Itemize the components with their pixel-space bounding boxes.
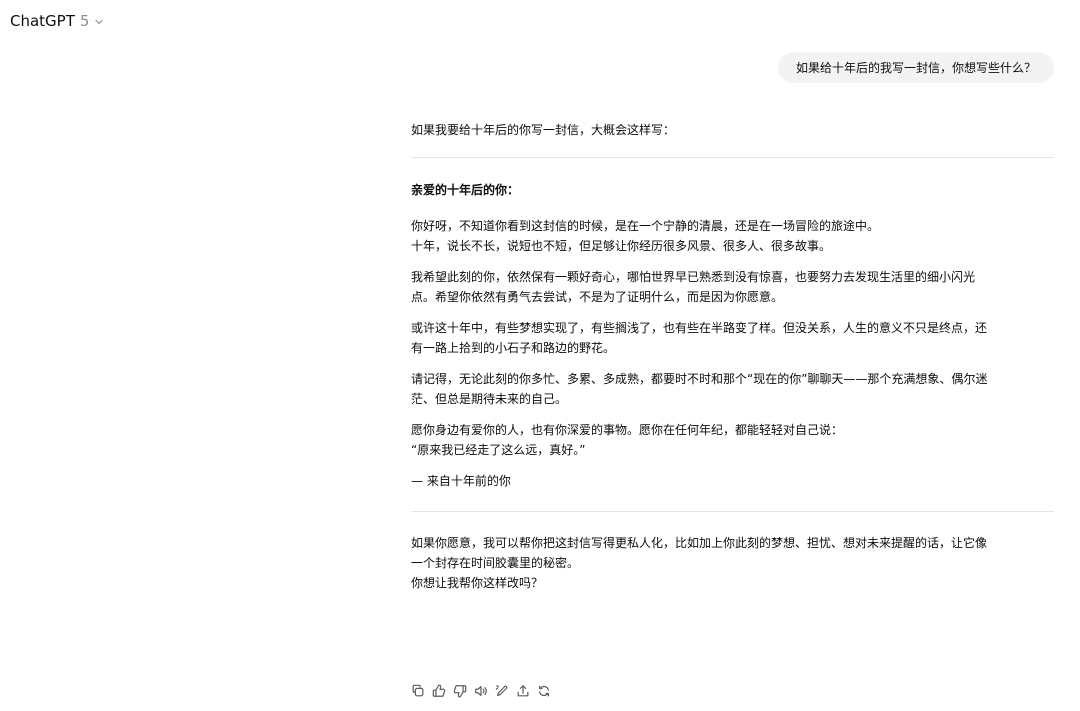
model-switcher[interactable]: ChatGPT 5 xyxy=(10,12,104,30)
letter-line: 请记得，无论此刻的你多忙、多累、多成熟，都要时不时和那个“现在的你”聊聊天——那… xyxy=(411,372,988,386)
read-aloud-icon xyxy=(474,686,487,696)
letter-line: 或许这十年中，有些梦想实现了，有些搁浅了，也有些在半路变了样。但没关系，人生的意… xyxy=(411,321,988,335)
model-name: ChatGPT xyxy=(10,12,75,30)
bad-response-button[interactable] xyxy=(452,683,467,699)
divider xyxy=(411,511,1054,512)
assistant-message: 如果我要给十年后的你写一封信，大概会这样写： 亲爱的十年后的你： 你好呀，不知道… xyxy=(411,120,1054,593)
letter-paragraph: 我希望此刻的你，依然保有一颗好奇心，哪怕世界早已熟悉到没有惊喜，也要努力去发现生… xyxy=(411,267,1054,307)
letter-line: 点。希望你依然有勇气去尝试，不是为了证明什么，而是因为你愿意。 xyxy=(411,290,784,304)
copy-icon xyxy=(412,684,423,697)
letter-line: 你好呀，不知道你看到这封信的时候，是在一个宁静的清晨，还是在一场冒险的旅途中。 xyxy=(411,219,880,233)
regenerate-button[interactable] xyxy=(536,683,551,699)
letter-line: 愿你身边有爱你的人，也有你深爱的事物。愿你在任何年纪，都能轻轻对自己说： xyxy=(411,423,844,437)
share-button[interactable] xyxy=(515,683,530,699)
letter-line: 有一路上拾到的小石子和路边的野花。 xyxy=(411,341,616,355)
letter-paragraph: 请记得，无论此刻的你多忙、多累、多成熟，都要时不时和那个“现在的你”聊聊天——那… xyxy=(411,369,1054,409)
letter-greeting: 亲爱的十年后的你： xyxy=(411,183,520,197)
share-icon xyxy=(517,685,528,697)
edit-in-canvas-icon xyxy=(495,685,507,696)
thumbs-down-icon xyxy=(453,685,466,698)
copy-button[interactable] xyxy=(410,683,425,699)
user-message-bubble: 如果给十年后的我写一封信，你想写些什么？ xyxy=(777,52,1054,83)
good-response-button[interactable] xyxy=(431,683,446,699)
letter-signoff: — 来自十年前的你 xyxy=(411,474,511,488)
followup-line: 如果你愿意，我可以帮你把这封信写得更私人化，比如加上你此刻的梦想、担忧、想对未来… xyxy=(411,536,988,550)
read-aloud-button[interactable] xyxy=(473,683,488,699)
chevron-down-icon xyxy=(95,19,104,25)
message-actions xyxy=(410,683,551,699)
assistant-followup: 如果你愿意，我可以帮你把这封信写得更私人化，比如加上你此刻的梦想、担忧、想对未来… xyxy=(411,533,1054,593)
letter-line: 我希望此刻的你，依然保有一颗好奇心，哪怕世界早已熟悉到没有惊喜，也要努力去发现生… xyxy=(411,270,976,284)
model-version: 5 xyxy=(79,12,90,30)
edit-in-canvas-button[interactable] xyxy=(494,683,509,699)
letter-paragraph: 愿你身边有爱你的人，也有你深爱的事物。愿你在任何年纪，都能轻轻对自己说： “原来… xyxy=(411,420,1054,460)
thumbs-up-icon xyxy=(432,684,445,697)
followup-line: 一个封存在时间胶囊里的秘密。 xyxy=(411,556,580,570)
regenerate-icon xyxy=(538,685,549,697)
letter-line: 茫、但总是期待未来的自己。 xyxy=(411,392,568,406)
letter-paragraph: 或许这十年中，有些梦想实现了，有些搁浅了，也有些在半路变了样。但没关系，人生的意… xyxy=(411,318,1054,358)
assistant-intro: 如果我要给十年后的你写一封信，大概会这样写： xyxy=(411,123,676,137)
letter-line: “原来我已经走了这么远，真好。” xyxy=(411,443,586,457)
divider xyxy=(411,157,1054,158)
chat-app: ChatGPT 5 如果给十年后的我写一封信，你想写些什么？ 如果我要给十年后的… xyxy=(0,0,1080,711)
followup-line: 你想让我帮你这样改吗？ xyxy=(411,576,544,590)
letter-paragraph: 你好呀，不知道你看到这封信的时候，是在一个宁静的清晨，还是在一场冒险的旅途中。 … xyxy=(411,216,1054,256)
letter-line: 十年，说长不长，说短也不短，但足够让你经历很多风景、很多人、很多故事。 xyxy=(411,239,832,253)
user-message-text: 如果给十年后的我写一封信，你想写些什么？ xyxy=(795,61,1036,75)
